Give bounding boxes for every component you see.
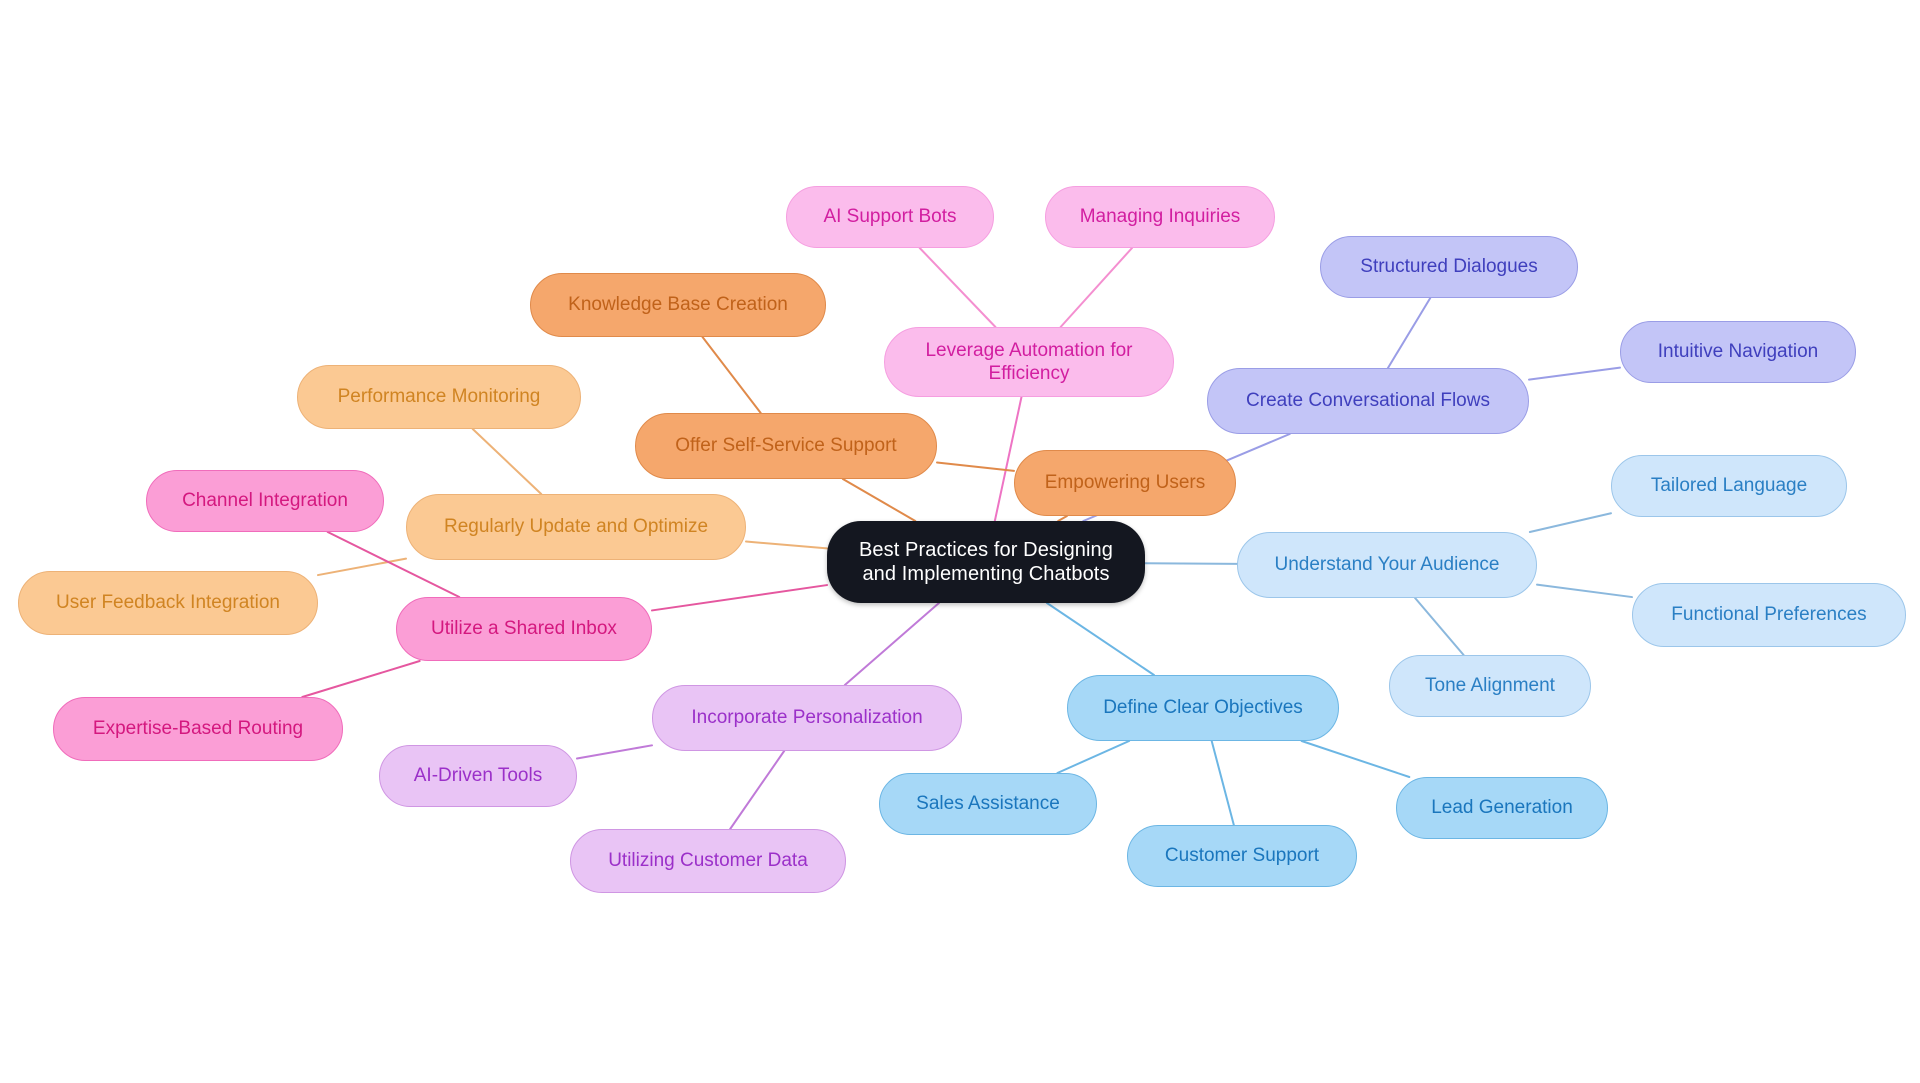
mindmap-edge	[1414, 597, 1465, 656]
mindmap-node[interactable]: Define Clear Objectives	[1067, 675, 1339, 741]
mindmap-edge	[936, 461, 1015, 472]
mindmap-node[interactable]: Incorporate Personalization	[652, 685, 962, 751]
mindmap-edge	[1056, 740, 1131, 774]
mindmap-edge	[471, 428, 543, 495]
mindmap-edge	[1059, 247, 1133, 328]
mindmap-node[interactable]: Create Conversational Flows	[1207, 368, 1529, 434]
mindmap-node[interactable]: Tone Alignment	[1389, 655, 1591, 717]
mindmap-node[interactable]: Leverage Automation for Efficiency	[884, 327, 1174, 397]
mindmap-node[interactable]: Utilize a Shared Inbox	[396, 597, 652, 661]
mindmap-node[interactable]: Functional Preferences	[1632, 583, 1906, 647]
mindmap-node[interactable]: Expertise-Based Routing	[53, 697, 343, 761]
mindmap-edge	[729, 750, 786, 830]
mindmap-node[interactable]: Managing Inquiries	[1045, 186, 1275, 248]
mindmap-edge	[1386, 297, 1432, 369]
mindmap-edge	[1045, 602, 1155, 676]
mindmap-node[interactable]: AI Support Bots	[786, 186, 994, 248]
root-node[interactable]: Best Practices for Designing and Impleme…	[827, 521, 1145, 603]
mindmap-edge	[841, 478, 917, 522]
mindmap-edge	[1528, 512, 1612, 533]
mindmap-node[interactable]: Channel Integration	[146, 470, 384, 532]
mindmap-edge	[918, 247, 997, 328]
mindmap-canvas: Best Practices for Designing and Impleme…	[0, 0, 1920, 1083]
mindmap-edge	[651, 584, 828, 612]
mindmap-edge	[843, 602, 940, 686]
mindmap-edge	[993, 396, 1023, 522]
mindmap-edge	[576, 744, 653, 760]
mindmap-node[interactable]: Understand Your Audience	[1237, 532, 1537, 598]
mindmap-edge	[1300, 740, 1411, 778]
mindmap-edge	[745, 540, 828, 550]
mindmap-edge	[1536, 583, 1633, 599]
mindmap-node[interactable]: User Feedback Integration	[18, 571, 318, 635]
mindmap-node[interactable]: Customer Support	[1127, 825, 1357, 887]
mindmap-node[interactable]: Tailored Language	[1611, 455, 1847, 517]
mindmap-node[interactable]: Utilizing Customer Data	[570, 829, 846, 893]
mindmap-node[interactable]: Empowering Users	[1014, 450, 1236, 516]
mindmap-node[interactable]: Sales Assistance	[879, 773, 1097, 835]
mindmap-node[interactable]: AI-Driven Tools	[379, 745, 577, 807]
mindmap-edge	[1528, 366, 1621, 381]
mindmap-node[interactable]: Intuitive Navigation	[1620, 321, 1856, 383]
mindmap-edge	[1210, 740, 1235, 826]
mindmap-node[interactable]: Regularly Update and Optimize	[406, 494, 746, 560]
mindmap-node[interactable]: Offer Self-Service Support	[635, 413, 937, 479]
mindmap-edge	[1144, 562, 1238, 565]
mindmap-node[interactable]: Performance Monitoring	[297, 365, 581, 429]
mindmap-edge	[301, 660, 421, 698]
mindmap-edge	[701, 336, 762, 414]
mindmap-node[interactable]: Lead Generation	[1396, 777, 1608, 839]
mindmap-node[interactable]: Structured Dialogues	[1320, 236, 1578, 298]
mindmap-node[interactable]: Knowledge Base Creation	[530, 273, 826, 337]
mindmap-edge	[317, 557, 407, 577]
